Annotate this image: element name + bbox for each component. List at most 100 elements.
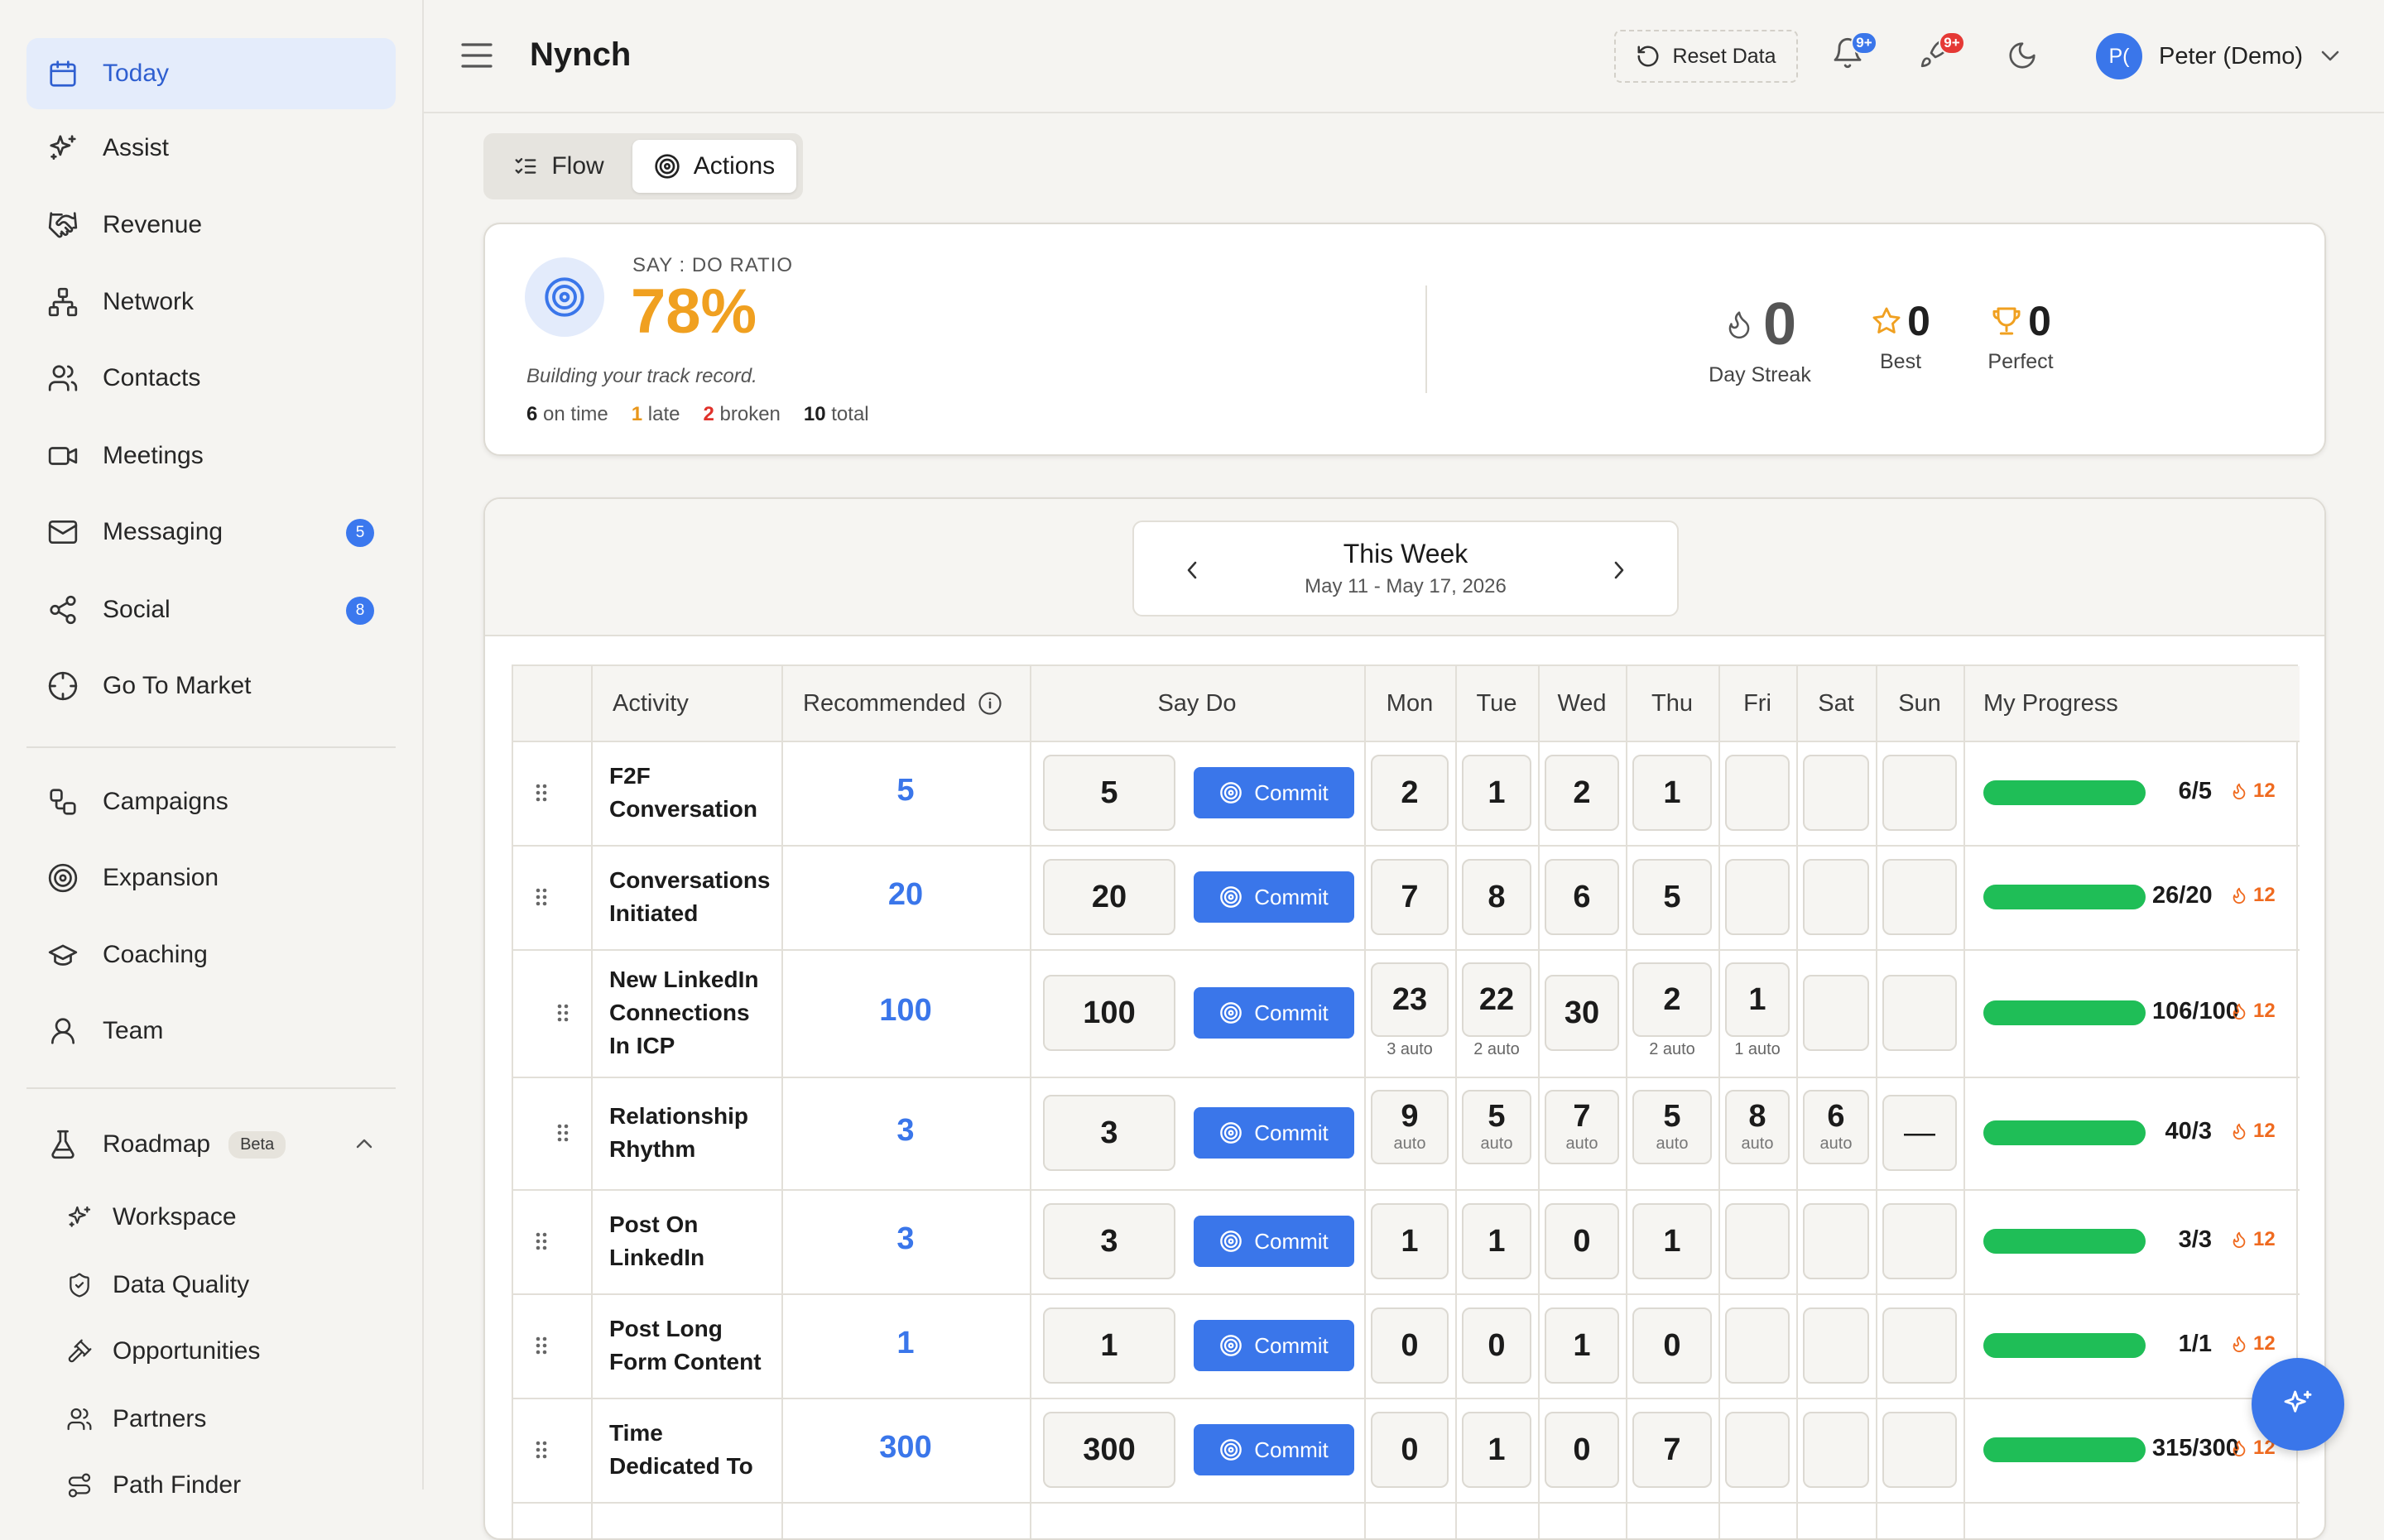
sidebar-item-network[interactable]: Network	[26, 266, 396, 338]
sidebar-item-contacts[interactable]: Contacts	[26, 343, 396, 414]
sidebar-subitem-partners[interactable]: Partners	[65, 1390, 206, 1448]
drag-handle-icon[interactable]	[533, 1438, 550, 1461]
say-input[interactable]: 100	[1043, 975, 1175, 1051]
day-count-input[interactable]: 9 auto	[1371, 1090, 1449, 1164]
day-count-input[interactable]: 5 auto	[1632, 1090, 1712, 1164]
reset-data-button[interactable]: Reset Data	[1614, 30, 1798, 83]
day-count-input[interactable]	[1882, 1412, 1957, 1488]
commit-button[interactable]: Commit	[1194, 1107, 1354, 1159]
day-count-input[interactable]: 7	[1632, 1412, 1712, 1488]
user-menu[interactable]: P( Peter (Demo)	[2096, 31, 2339, 81]
launches-button[interactable]: 9+	[1919, 31, 1965, 76]
day-count-input[interactable]	[1882, 975, 1957, 1051]
day-count-input[interactable]	[1882, 1203, 1957, 1279]
day-count-input[interactable]: 8	[1462, 859, 1531, 935]
day-count-input[interactable]	[1882, 1307, 1957, 1384]
day-count-input[interactable]: 0	[1371, 1412, 1449, 1488]
day-count-input[interactable]: —	[1882, 1095, 1957, 1171]
day-count-input[interactable]: 0	[1632, 1307, 1712, 1384]
say-input[interactable]: 1	[1043, 1307, 1175, 1384]
day-count-input[interactable]: 1	[1462, 1412, 1531, 1488]
commit-button[interactable]: Commit	[1194, 1320, 1354, 1371]
day-count-input[interactable]: 1	[1632, 1203, 1712, 1279]
next-week-button[interactable]	[1603, 554, 1636, 587]
dark-mode-toggle[interactable]	[2007, 40, 2040, 73]
day-count-input[interactable]: 1	[1545, 1307, 1619, 1384]
day-count-input[interactable]	[1725, 859, 1790, 935]
say-input[interactable]: 20	[1043, 859, 1175, 935]
day-count-input[interactable]: 6 auto	[1803, 1090, 1869, 1164]
sidebar-item-today[interactable]: Today	[26, 38, 396, 109]
day-count-input[interactable]: 30	[1545, 975, 1619, 1051]
day-count-input[interactable]: 5	[1632, 859, 1712, 935]
day-count-input[interactable]: 2	[1632, 962, 1712, 1037]
notifications-button[interactable]: 9+	[1831, 31, 1877, 76]
day-count-input[interactable]	[1725, 755, 1790, 831]
drag-handle-icon[interactable]	[533, 1334, 550, 1357]
sidebar-item-assist[interactable]: Assist	[26, 113, 396, 184]
drag-handle-icon[interactable]	[533, 1230, 550, 1253]
sidebar-item-expansion[interactable]: Expansion	[26, 842, 396, 914]
day-count-input[interactable]: 7	[1371, 859, 1449, 935]
day-count-input[interactable]: 23	[1371, 962, 1449, 1037]
sidebar-item-messaging[interactable]: Messaging 5	[26, 497, 396, 568]
info-icon[interactable]	[978, 691, 1002, 716]
day-count-input[interactable]: 1	[1462, 755, 1531, 831]
day-count-input[interactable]: 1	[1371, 1203, 1449, 1279]
day-count-input[interactable]	[1803, 1307, 1869, 1384]
commit-button[interactable]: Commit	[1194, 1216, 1354, 1267]
sidebar-subitem-path-finder[interactable]: Path Finder	[65, 1456, 241, 1514]
sidebar-item-coaching[interactable]: Coaching	[26, 919, 396, 991]
sidebar-subitem-workspace[interactable]: Workspace	[65, 1188, 237, 1246]
commit-button[interactable]: Commit	[1194, 871, 1354, 923]
commit-button[interactable]: Commit	[1194, 987, 1354, 1039]
tab-actions[interactable]: Actions	[632, 140, 796, 193]
drag-handle-icon[interactable]	[533, 885, 550, 909]
drag-handle-icon[interactable]	[533, 781, 550, 804]
day-count-input[interactable]: 2	[1371, 755, 1449, 831]
day-count-input[interactable]: 0	[1545, 1412, 1619, 1488]
sidebar-subitem-opportunities[interactable]: Opportunities	[65, 1322, 260, 1380]
sidebar-item-roadmap[interactable]: Roadmap Beta	[26, 1109, 396, 1180]
day-count-input[interactable]: 0	[1462, 1307, 1531, 1384]
say-input[interactable]: 5	[1043, 755, 1175, 831]
sidebar-item-team[interactable]: Team	[26, 995, 396, 1067]
day-count-input[interactable]: 22	[1462, 962, 1531, 1037]
day-count-input[interactable]: 0	[1545, 1203, 1619, 1279]
day-count-input[interactable]	[1803, 755, 1869, 831]
day-count-input[interactable]	[1725, 1307, 1790, 1384]
day-count-input[interactable]: 7 auto	[1545, 1090, 1619, 1164]
day-count-input[interactable]: 2	[1545, 755, 1619, 831]
tab-flow[interactable]: Flow	[490, 140, 627, 193]
day-count-input[interactable]: 6	[1545, 859, 1619, 935]
sidebar-item-campaigns[interactable]: Campaigns	[26, 766, 396, 837]
say-input[interactable]: 300	[1043, 1412, 1175, 1488]
day-count-input[interactable]	[1882, 755, 1957, 831]
day-count-input[interactable]: 1	[1462, 1203, 1531, 1279]
say-input[interactable]: 3	[1043, 1095, 1175, 1171]
sidebar-item-meetings[interactable]: Meetings	[26, 420, 396, 492]
sidebar-item-go-to-market[interactable]: Go To Market	[26, 650, 396, 722]
menu-icon[interactable]	[460, 41, 493, 70]
sidebar-subitem-data-quality[interactable]: Data Quality	[65, 1256, 249, 1314]
day-count-input[interactable]	[1725, 1203, 1790, 1279]
day-count-input[interactable]: 1	[1632, 755, 1712, 831]
say-input[interactable]: 3	[1043, 1203, 1175, 1279]
day-count-input[interactable]	[1803, 859, 1869, 935]
day-count-input[interactable]: 5 auto	[1462, 1090, 1531, 1164]
assistant-fab[interactable]	[2252, 1358, 2344, 1451]
day-count-input[interactable]	[1725, 1412, 1790, 1488]
day-count-input[interactable]: 0	[1371, 1307, 1449, 1384]
drag-handle-icon[interactable]	[555, 1001, 571, 1024]
drag-handle-icon[interactable]	[555, 1121, 571, 1144]
day-count-input[interactable]	[1803, 975, 1869, 1051]
commit-button[interactable]: Commit	[1194, 1424, 1354, 1475]
day-count-input[interactable]	[1803, 1412, 1869, 1488]
day-count-input[interactable]: 1	[1725, 962, 1790, 1037]
day-count-input[interactable]	[1803, 1203, 1869, 1279]
day-count-input[interactable]	[1882, 859, 1957, 935]
day-count-input[interactable]: 8 auto	[1725, 1090, 1790, 1164]
commit-button[interactable]: Commit	[1194, 767, 1354, 818]
sidebar-item-revenue[interactable]: Revenue	[26, 190, 396, 261]
sidebar-item-social[interactable]: Social 8	[26, 574, 396, 645]
